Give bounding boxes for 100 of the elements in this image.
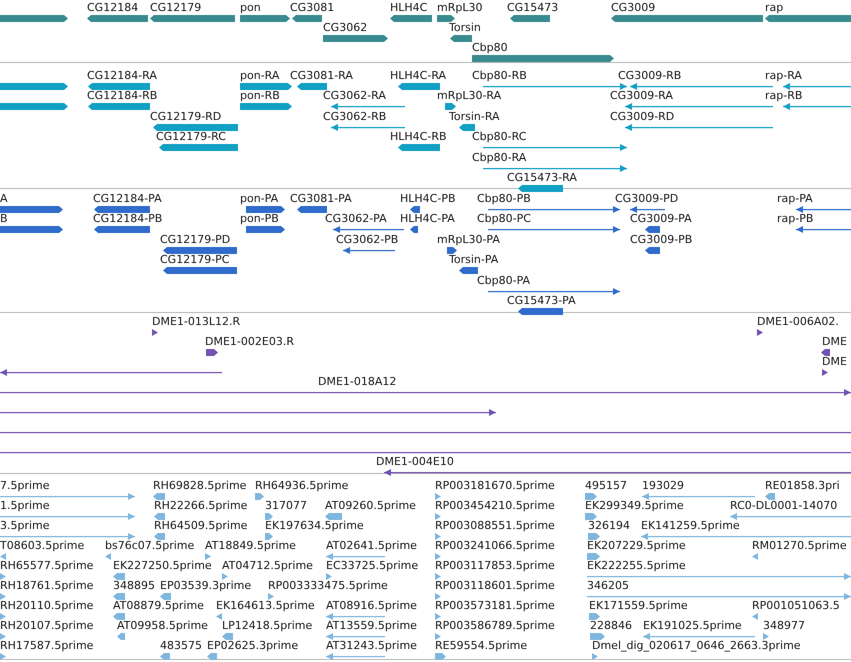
feature-glyph[interactable] [333, 225, 404, 234]
feature-label: AT02641.5prime [326, 539, 417, 552]
feature-glyph[interactable] [488, 225, 620, 234]
feature-glyph[interactable] [206, 348, 218, 357]
feature-glyph[interactable] [821, 348, 830, 357]
feature-glyph[interactable] [152, 328, 159, 337]
feature-label: CG3009-PD [615, 192, 678, 205]
feature-label: 317077 [265, 499, 307, 512]
feature-glyph[interactable] [87, 14, 148, 23]
feature-glyph[interactable] [822, 368, 829, 377]
feature-glyph[interactable] [0, 82, 68, 91]
feature-glyph[interactable] [472, 54, 614, 63]
feature-glyph[interactable] [0, 388, 851, 397]
feature-label: Torsin [449, 21, 481, 34]
feature-glyph[interactable] [0, 225, 63, 234]
feature-glyph[interactable] [297, 205, 327, 214]
feature-glyph[interactable] [94, 225, 150, 234]
feature-glyph[interactable] [292, 14, 322, 23]
feature-label: RP003088551.5prime [435, 519, 555, 532]
feature-glyph[interactable] [488, 205, 620, 214]
feature-glyph[interactable] [483, 143, 627, 152]
feature-label: EK222255.5prime [587, 559, 686, 572]
feature-label: CG3081 [290, 1, 334, 14]
feature-glyph[interactable] [437, 14, 455, 23]
feature-glyph[interactable] [630, 82, 773, 91]
feature-glyph[interactable] [323, 34, 388, 43]
feature-glyph[interactable] [159, 143, 238, 152]
feature-glyph[interactable] [94, 205, 150, 214]
feature-glyph[interactable] [510, 14, 550, 23]
feature-label: mRpL30-PA [437, 232, 500, 246]
feature-glyph[interactable] [390, 14, 432, 23]
feature-label: pon-RB [240, 89, 280, 102]
feature-glyph[interactable] [153, 122, 238, 132]
feature-glyph[interactable] [796, 225, 851, 234]
feature-glyph[interactable] [611, 14, 763, 23]
feature-label: pon-PB [240, 212, 279, 226]
feature-glyph[interactable] [645, 225, 660, 234]
feature-glyph[interactable] [757, 328, 764, 337]
feature-glyph[interactable] [625, 122, 773, 132]
feature-glyph[interactable] [645, 246, 660, 255]
feature-glyph[interactable] [518, 184, 563, 193]
feature-label: RP003333475.5prime [268, 579, 388, 592]
feature-glyph[interactable] [331, 102, 405, 112]
feature-glyph[interactable] [240, 102, 292, 112]
feature-label: pon-PA [240, 192, 278, 205]
feature-glyph[interactable] [783, 82, 851, 91]
feature-glyph[interactable] [410, 205, 420, 214]
feature-glyph[interactable] [163, 266, 237, 276]
feature-glyph[interactable] [88, 82, 150, 91]
feature-glyph[interactable] [459, 266, 478, 276]
feature-glyph[interactable] [343, 246, 395, 255]
feature-label: CG3009-RB [618, 69, 682, 82]
feature-label: CG12184-RA [87, 69, 157, 82]
feature-glyph[interactable] [246, 225, 285, 234]
feature-label: rap-PA [777, 192, 813, 205]
feature-glyph[interactable] [88, 102, 150, 112]
feature-label: EK207229.5prime [587, 539, 686, 552]
feature-label: CG12184-RB [87, 89, 158, 102]
feature-label: HLH4C-PA [400, 212, 455, 226]
feature-label: AT31243.5prime [326, 639, 417, 652]
feature-label: RH69828.5prime [153, 479, 246, 492]
feature-label: B [0, 212, 8, 226]
feature-glyph[interactable] [450, 34, 472, 43]
feature-glyph[interactable] [488, 286, 620, 296]
feature-glyph[interactable] [410, 225, 418, 234]
feature-label: A [0, 192, 8, 205]
feature-glyph[interactable] [246, 205, 285, 214]
feature-glyph[interactable] [0, 102, 68, 112]
feature-glyph[interactable] [240, 82, 292, 91]
feature-glyph[interactable] [0, 408, 496, 417]
feature-glyph[interactable] [0, 368, 222, 377]
feature-label: CG12179-PC [160, 253, 230, 266]
feature-label: DME1-013L12.R [152, 315, 240, 328]
feature-glyph[interactable] [331, 122, 405, 132]
feature-glyph[interactable] [483, 82, 627, 91]
feature-glyph[interactable] [765, 14, 851, 23]
feature-glyph[interactable] [398, 82, 440, 91]
feature-glyph[interactable] [625, 102, 773, 112]
feature-glyph[interactable] [783, 102, 851, 112]
feature-glyph[interactable] [796, 205, 851, 214]
feature-glyph[interactable] [150, 14, 235, 23]
feature-glyph[interactable] [398, 143, 440, 152]
feature-glyph[interactable] [0, 205, 63, 214]
feature-glyph[interactable] [518, 307, 563, 316]
feature-label: DME [822, 355, 847, 368]
feature-glyph[interactable] [297, 82, 327, 91]
feature-glyph[interactable] [384, 468, 851, 477]
feature-glyph[interactable] [240, 14, 290, 23]
feature-glyph[interactable] [483, 164, 627, 173]
feature-glyph[interactable] [163, 246, 237, 255]
feature-label: DME [822, 335, 847, 348]
feature-glyph[interactable] [445, 102, 456, 112]
feature-glyph[interactable] [0, 14, 68, 23]
feature-glyph[interactable] [459, 122, 475, 132]
feature-label: EP02625.3prime [207, 639, 298, 652]
feature-glyph[interactable] [630, 205, 665, 214]
feature-label: mRpL30-RA [437, 89, 502, 102]
feature-label: HLH4C-PB [400, 192, 456, 205]
feature-label: 193029 [642, 479, 684, 492]
feature-glyph[interactable] [447, 246, 457, 255]
